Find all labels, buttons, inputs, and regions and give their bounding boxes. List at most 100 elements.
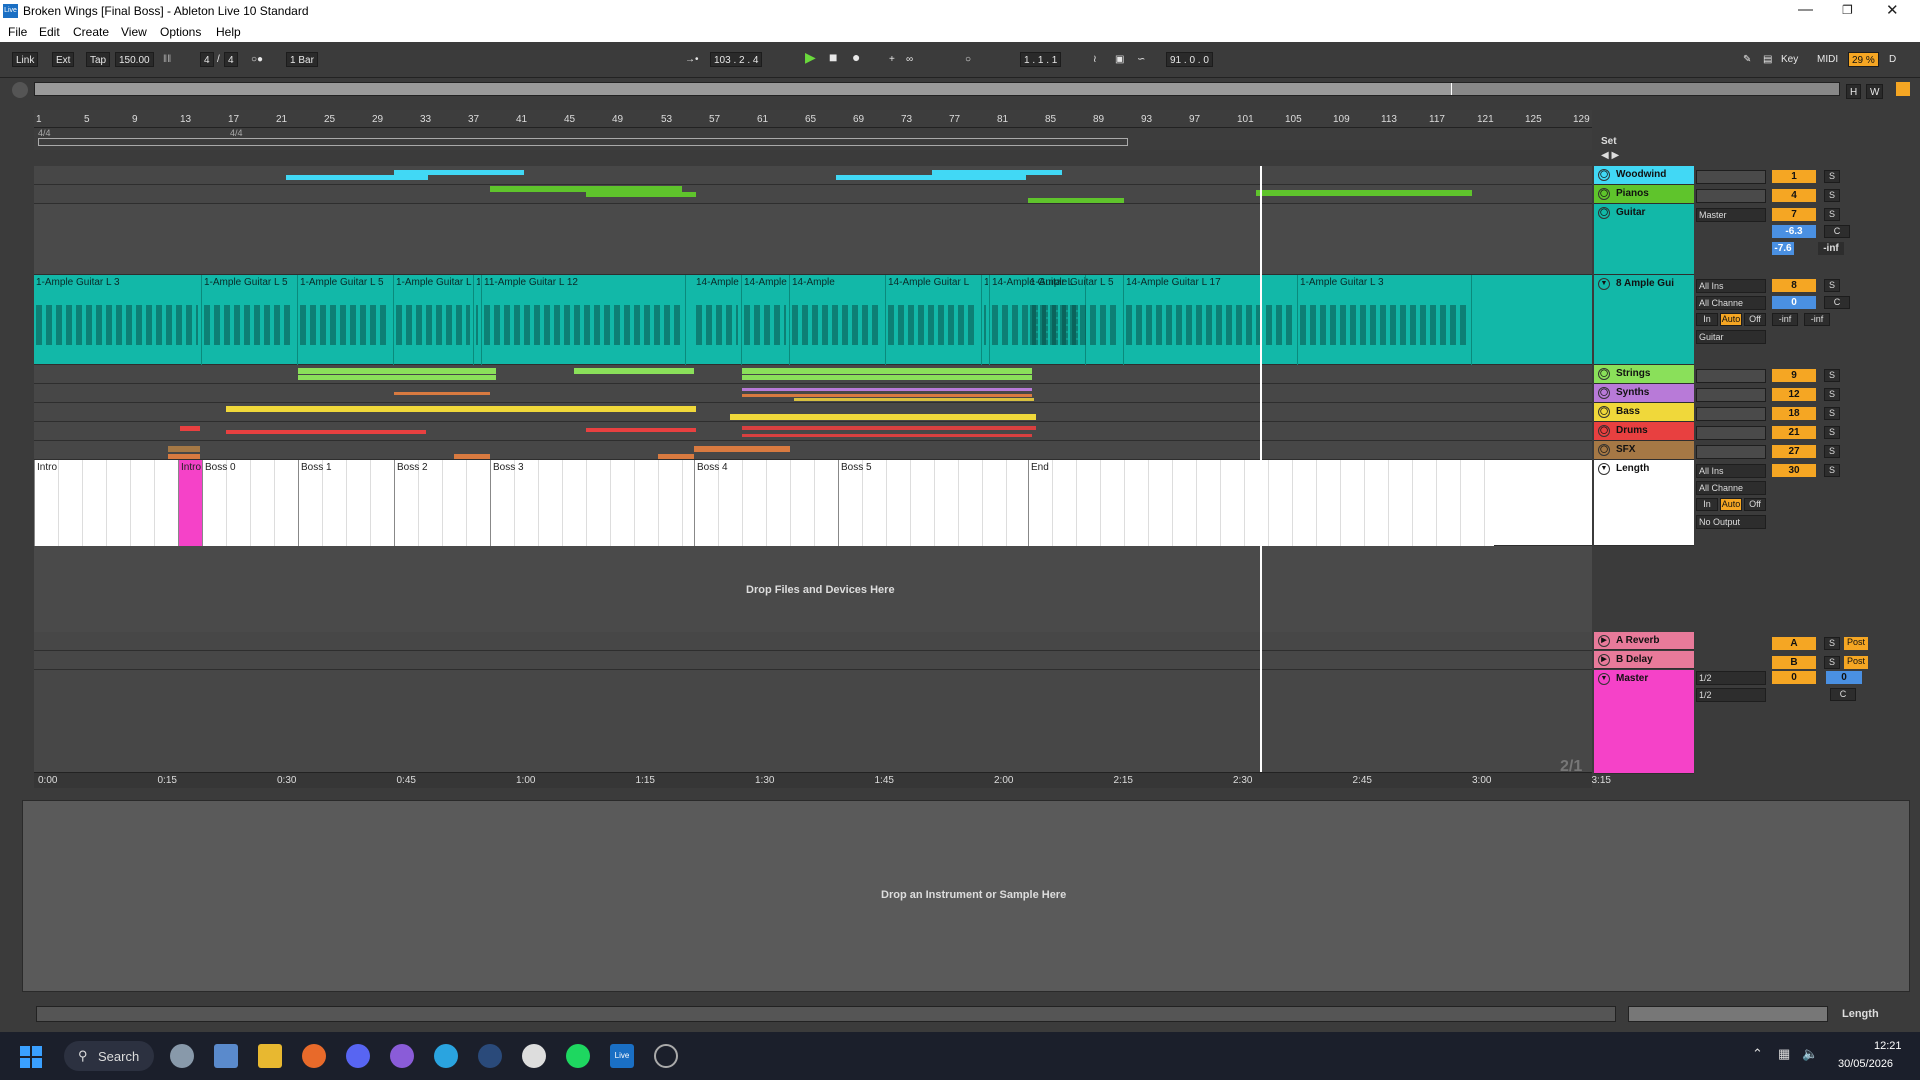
track-volume[interactable]: 12: [1772, 388, 1816, 401]
io-slot[interactable]: [1696, 369, 1766, 383]
menu-view[interactable]: View: [121, 25, 147, 39]
section-clip[interactable]: Boss 3: [490, 460, 694, 546]
guitar-clip[interactable]: 1-Ample Guitar L 5: [298, 275, 394, 365]
track-name[interactable]: Pianos: [1616, 188, 1649, 199]
monitor-mon_in[interactable]: In: [1696, 313, 1718, 326]
track-header-b-delay[interactable]: ▶ B Delay: [1594, 651, 1694, 669]
drop-zone[interactable]: Drop Files and Devices Here: [34, 546, 1592, 632]
clip[interactable]: [454, 454, 490, 459]
output-type[interactable]: No Output: [1696, 515, 1766, 529]
io-slot[interactable]: [1696, 426, 1766, 440]
master-pan[interactable]: C: [1830, 688, 1856, 701]
clip[interactable]: [298, 368, 496, 374]
guitar-clip[interactable]: 1-Ample Guitar L 5: [1028, 275, 1124, 365]
minimize-icon[interactable]: —: [1798, 1, 1813, 18]
midi-map-button[interactable]: MIDI: [1814, 52, 1841, 67]
section-clip[interactable]: Boss 1: [298, 460, 394, 546]
discord-icon[interactable]: [346, 1044, 370, 1068]
section-clip[interactable]: Boss 0: [202, 460, 298, 546]
clip[interactable]: [586, 428, 696, 432]
track-header-strings[interactable]: ◯ Strings: [1594, 365, 1694, 384]
guitar-clip[interactable]: 1-Ample Guitar L 3: [34, 275, 202, 365]
guitar-clip[interactable]: 14-Ample: [790, 275, 886, 365]
track-volume[interactable]: 21: [1772, 426, 1816, 439]
io-slot[interactable]: [1696, 170, 1766, 184]
output-type[interactable]: Guitar: [1696, 330, 1766, 344]
io-slot[interactable]: [1696, 445, 1766, 459]
clip[interactable]: [394, 392, 490, 395]
fold-icon[interactable]: ◯: [1598, 207, 1610, 219]
clip[interactable]: [742, 426, 1036, 430]
monitor-icon[interactable]: [214, 1044, 238, 1068]
solo-button[interactable]: S: [1824, 388, 1840, 401]
guitar-pan[interactable]: C: [1824, 225, 1850, 238]
volume-icon[interactable]: 🔈: [1802, 1046, 1818, 1062]
fold-icon[interactable]: ▶: [1598, 654, 1610, 666]
track-volume[interactable]: 27: [1772, 445, 1816, 458]
loop-brace[interactable]: [38, 138, 1128, 146]
guitar-clip[interactable]: 1-Ample Guitar L 3: [1298, 275, 1472, 365]
menu-options[interactable]: Options: [160, 25, 201, 39]
monitor-mon_auto[interactable]: Auto: [1720, 498, 1742, 511]
punch-in-icon[interactable]: ≀: [1090, 52, 1100, 67]
clip[interactable]: [298, 375, 496, 380]
fold-icon[interactable]: ◯: [1598, 169, 1610, 181]
overdub-icon[interactable]: +: [886, 52, 898, 67]
fold-icon[interactable]: ▼: [1598, 673, 1610, 685]
fold-icon[interactable]: ▼: [1598, 463, 1610, 475]
section-clip[interactable]: Boss 4: [694, 460, 838, 546]
w-button[interactable]: W: [1866, 84, 1884, 99]
track-header-woodwind[interactable]: ◯ Woodwind: [1594, 166, 1694, 185]
clip[interactable]: [226, 406, 696, 412]
status-field[interactable]: [36, 1006, 1616, 1022]
section-clip[interactable]: Intro: [34, 460, 178, 546]
clip[interactable]: [394, 170, 524, 175]
network-icon[interactable]: ▦: [1778, 1046, 1790, 1062]
solo-button[interactable]: S: [1824, 189, 1840, 202]
track-name[interactable]: 8 Ample Gui: [1616, 278, 1674, 289]
scroll-bar[interactable]: [1628, 1006, 1828, 1022]
link-button[interactable]: Link: [12, 52, 39, 67]
input-channel[interactable]: All Channe: [1696, 481, 1766, 495]
menu-edit[interactable]: Edit: [39, 25, 60, 39]
solo-button[interactable]: S: [1824, 369, 1840, 382]
track-header-synths[interactable]: ◯ Synths: [1594, 384, 1694, 403]
guitar-clip[interactable]: 1-Ample Guitar L: [394, 275, 474, 365]
fold-icon[interactable]: ◯: [1598, 406, 1610, 418]
ableton-live-icon[interactable]: Live: [610, 1044, 634, 1068]
ample-pan[interactable]: C: [1824, 296, 1850, 309]
clip[interactable]: [742, 388, 1032, 391]
track-header-guitar[interactable]: ◯ Guitar: [1594, 204, 1694, 275]
solo-button[interactable]: S: [1824, 464, 1840, 477]
nudge-icon[interactable]: ‖‖: [160, 52, 174, 67]
master-volume[interactable]: 0: [1772, 671, 1816, 684]
sig-numerator[interactable]: 4: [200, 52, 214, 67]
clip[interactable]: [694, 446, 790, 452]
device-view[interactable]: Drop an Instrument or Sample Here: [22, 800, 1910, 992]
clip[interactable]: [1028, 198, 1124, 203]
guitar-output[interactable]: Master: [1696, 208, 1766, 222]
guitar-clip[interactable]: 14-Ample Guitar L: [886, 275, 982, 365]
track-volume[interactable]: 9: [1772, 369, 1816, 382]
loop-start-field[interactable]: 1 . 1 . 1: [1020, 52, 1062, 67]
section-clip[interactable]: Boss 5: [838, 460, 1028, 546]
settings-icon[interactable]: [170, 1044, 194, 1068]
solo-button[interactable]: S: [1824, 426, 1840, 439]
clip[interactable]: [836, 175, 1026, 180]
menu-file[interactable]: File: [8, 25, 27, 39]
menu-icon[interactable]: [1896, 82, 1910, 96]
return-a-send[interactable]: A: [1772, 637, 1816, 650]
clip[interactable]: [658, 454, 694, 459]
track-volume[interactable]: 8: [1772, 279, 1816, 292]
track-volume[interactable]: 18: [1772, 407, 1816, 420]
fold-icon[interactable]: ◯: [1598, 387, 1610, 399]
track-name[interactable]: Length: [1616, 463, 1649, 474]
search-box[interactable]: ⚲ Search: [64, 1041, 154, 1071]
locator-prev-icon[interactable]: ◀ ▶: [1601, 150, 1619, 161]
track-name[interactable]: Woodwind: [1616, 169, 1666, 180]
clip[interactable]: [168, 446, 200, 452]
guitar-clip[interactable]: 14-Ample: [742, 275, 790, 365]
monitor-mon_off[interactable]: Off: [1744, 313, 1766, 326]
section-clip[interactable]: Intro: [178, 460, 202, 546]
clip[interactable]: [730, 414, 1036, 420]
